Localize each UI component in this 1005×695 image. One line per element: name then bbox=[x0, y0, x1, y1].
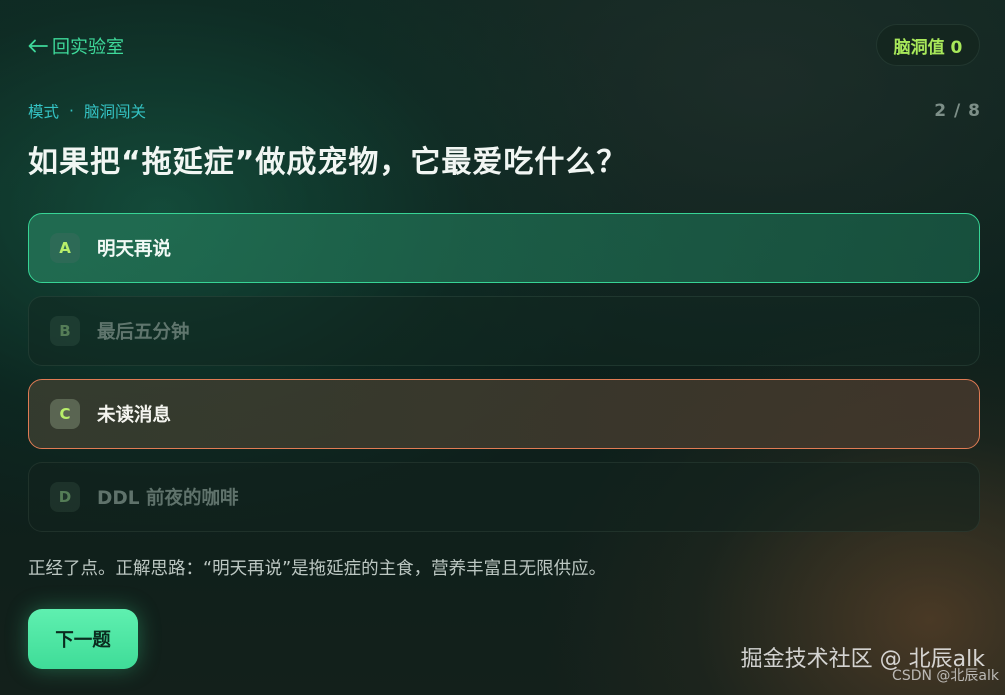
mode-separator: · bbox=[69, 102, 74, 120]
mode-name: 脑洞闯关 bbox=[83, 103, 146, 121]
question-title: 如果把“拖延症”做成宠物，它最爱吃什么？ bbox=[28, 145, 628, 180]
score-badge: 脑洞值 0 bbox=[876, 24, 980, 66]
option-letter-badge: A bbox=[50, 233, 80, 263]
option-b[interactable]: B 最后五分钟 bbox=[28, 296, 980, 366]
back-to-lab-link[interactable]: 回实验室 bbox=[28, 34, 124, 58]
option-a[interactable]: A 明天再说 bbox=[28, 213, 980, 283]
mode-indicator: 模式 · 脑洞闯关 bbox=[28, 100, 146, 122]
option-d[interactable]: D DDL 前夜的咖啡 bbox=[28, 462, 980, 532]
option-label: 未读消息 bbox=[97, 405, 172, 426]
mode-label: 模式 bbox=[28, 103, 60, 121]
option-letter-badge: C bbox=[50, 399, 80, 429]
option-label: 明天再说 bbox=[97, 239, 172, 260]
answer-explanation: 正经了点。正解思路：“明天再说”是拖延症的主食，营养丰富且无限供应。 bbox=[28, 559, 607, 579]
back-link-label: 回实验室 bbox=[52, 37, 124, 58]
question-progress: 2 / 8 bbox=[934, 101, 981, 121]
arrow-left-icon bbox=[28, 39, 48, 53]
option-c[interactable]: C 未读消息 bbox=[28, 379, 980, 449]
next-question-button[interactable]: 下一题 bbox=[28, 609, 138, 669]
option-label: 最后五分钟 bbox=[97, 322, 190, 343]
csdn-watermark: CSDN @北辰alk bbox=[892, 668, 999, 684]
option-letter-badge: D bbox=[50, 482, 80, 512]
option-letter-badge: B bbox=[50, 316, 80, 346]
option-label: DDL 前夜的咖啡 bbox=[97, 488, 239, 509]
score-label: 脑洞值 0 bbox=[893, 37, 963, 58]
